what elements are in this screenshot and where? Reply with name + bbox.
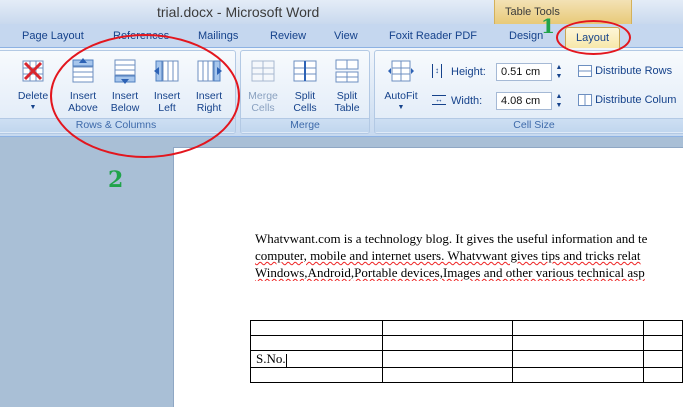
distribute-rows-icon [578, 65, 592, 78]
autofit-label: AutoFit [384, 90, 418, 102]
table-cell[interactable] [511, 335, 644, 351]
width-input[interactable] [496, 92, 552, 110]
distribute-columns-button[interactable]: Distribute Colum [578, 94, 677, 107]
table-cell[interactable] [642, 335, 683, 351]
table-cell[interactable] [381, 367, 513, 383]
distribute-rows-button[interactable]: Distribute Rows [578, 65, 673, 78]
merge-cells-button[interactable]: Merge Cells [243, 57, 283, 114]
delete-button[interactable]: Delete ▼ [15, 57, 51, 114]
height-spinner[interactable]: ▲ ▼ [554, 63, 564, 81]
paragraph-line-1: Whatvwant.com is a technology blog. It g… [255, 231, 648, 246]
delete-label: Delete [17, 90, 49, 102]
split-table-label-1: Split [336, 90, 358, 102]
table-row [250, 320, 683, 336]
distribute-columns-icon [578, 94, 592, 107]
distribute-rows-label: Distribute Rows [595, 65, 673, 77]
table-cell[interactable] [642, 350, 683, 368]
table-cell[interactable] [511, 350, 644, 368]
table-cell[interactable] [250, 320, 383, 336]
tab-review[interactable]: Review [270, 30, 306, 42]
table-cell[interactable] [642, 367, 683, 383]
annotation-ellipse-rows-columns [50, 34, 240, 158]
text-cursor [285, 353, 287, 367]
table-row [250, 367, 683, 383]
annotation-ellipse-layout-tab [556, 20, 631, 55]
autofit-button[interactable]: AutoFit ▼ [381, 57, 421, 114]
tab-foxit-reader-pdf[interactable]: Foxit Reader PDF [389, 30, 477, 42]
split-table-button[interactable]: Split Table [327, 57, 367, 114]
height-label: Height: [451, 66, 486, 78]
split-table-icon [335, 59, 359, 83]
paragraph-line-3: Windows,Android,Portable devices,Images … [255, 265, 645, 280]
table-cell[interactable] [642, 320, 683, 336]
table-cell[interactable] [381, 350, 513, 368]
distribute-columns-label: Distribute Colum [595, 94, 677, 106]
table-cell[interactable] [511, 367, 644, 383]
merge-cells-label-2: Cells [251, 102, 275, 114]
split-table-label-2: Table [334, 102, 360, 114]
table-cell-sno[interactable]: S.No. [250, 350, 383, 368]
cell-size-group-label: Cell Size [375, 118, 683, 132]
delete-table-icon [22, 60, 44, 82]
split-cells-label-1: Split [294, 90, 316, 102]
row-height-icon: ↕ [432, 64, 442, 78]
annotation-marker-1: 1 [541, 14, 555, 38]
merge-group-label: Merge [241, 118, 369, 132]
width-label: Width: [451, 95, 483, 107]
width-spinner[interactable]: ▲ ▼ [554, 92, 564, 110]
tab-mailings[interactable]: Mailings [198, 30, 238, 42]
table-cell[interactable] [511, 320, 644, 336]
column-width-icon: ↔ [432, 95, 446, 105]
tab-design[interactable]: Design [509, 30, 543, 42]
table-cell[interactable] [381, 335, 513, 351]
merge-cells-label-1: Merge [248, 90, 278, 102]
table-row [250, 335, 683, 351]
tab-view[interactable]: View [334, 30, 358, 42]
chevron-down-icon: ▼ [29, 104, 37, 111]
table-cell[interactable] [250, 335, 383, 351]
window-title: trial.docx - Microsoft Word [157, 4, 320, 20]
group-cell-size: AutoFit ▼ ↕ Height: ▲▼ ↔ Width: ▲▼ Distr… [374, 50, 683, 134]
height-input[interactable] [496, 63, 552, 81]
group-merge: Merge Cells Split Cells Split Table Merg… [240, 50, 370, 134]
split-cells-button[interactable]: Split Cells [285, 57, 325, 114]
autofit-icon [388, 60, 414, 82]
paragraph-line-2: computer, mobile and internet users. Wha… [255, 248, 641, 263]
chevron-down-icon: ▼ [397, 104, 405, 111]
merge-cells-icon [251, 60, 275, 82]
table-cell[interactable] [381, 320, 513, 336]
split-cells-icon [293, 60, 317, 82]
split-cells-label-2: Cells [293, 102, 317, 114]
table-row: S.No. [250, 350, 683, 368]
table-cell[interactable] [250, 367, 383, 383]
document-paragraph[interactable]: Whatvwant.com is a technology blog. It g… [255, 230, 683, 281]
document-table[interactable]: S.No. [250, 320, 683, 383]
tab-page-layout[interactable]: Page Layout [22, 30, 84, 42]
sno-text: S.No. [256, 351, 286, 366]
annotation-marker-2: 2 [108, 167, 124, 193]
